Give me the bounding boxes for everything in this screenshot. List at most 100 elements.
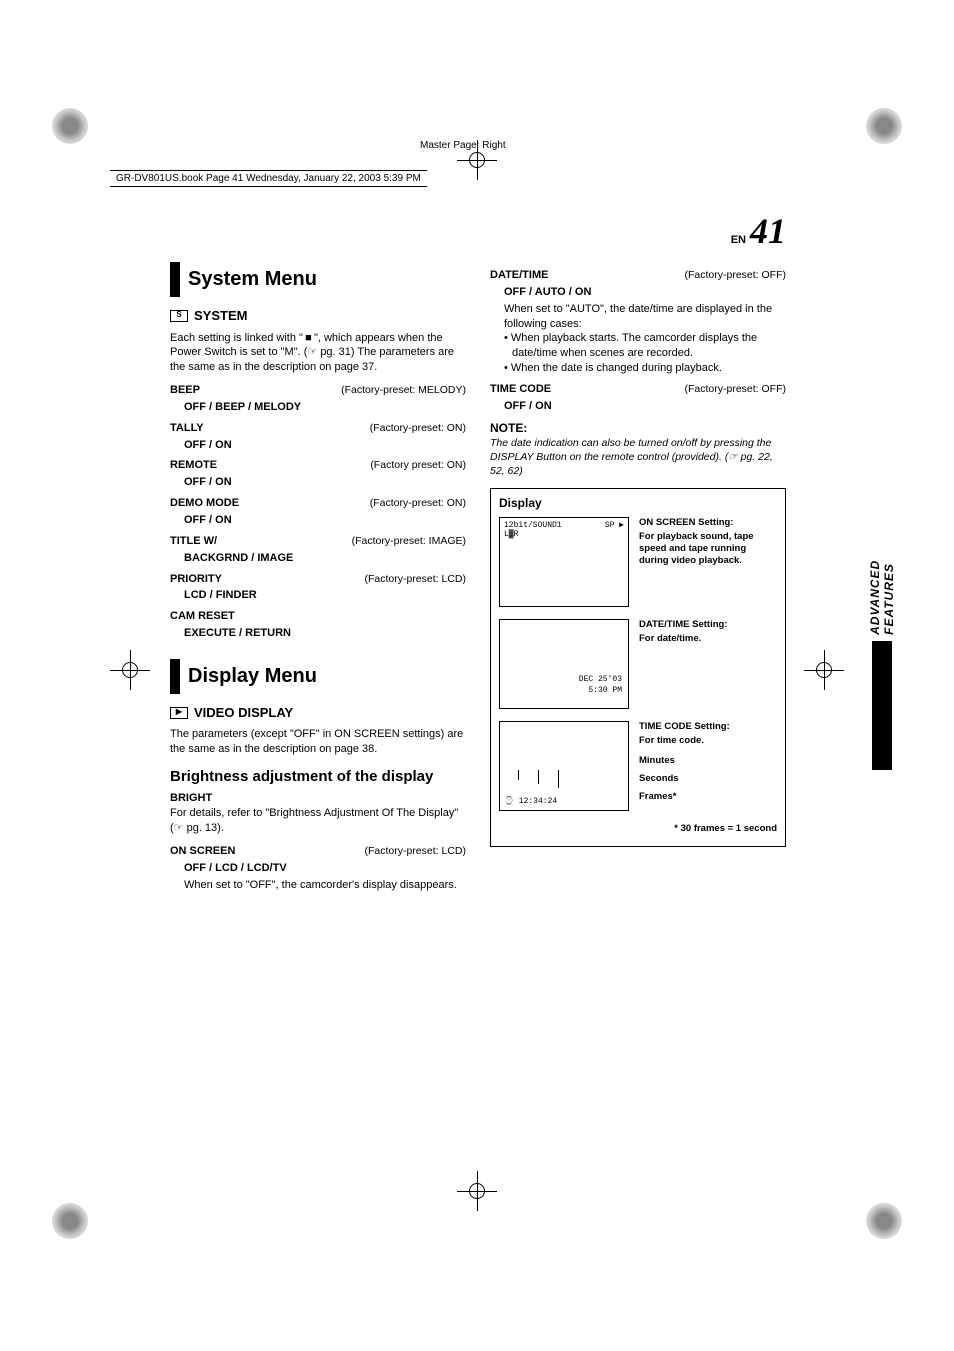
corner-dot-tr bbox=[866, 108, 902, 144]
page-number: 41 bbox=[750, 210, 786, 252]
video-display-icon: ▶ bbox=[170, 707, 188, 719]
note-heading: NOTE: bbox=[490, 420, 786, 436]
item-key: BEEP bbox=[170, 383, 200, 398]
item-tally: TALLY (Factory-preset: ON) bbox=[170, 421, 466, 436]
system-subhead: S SYSTEM bbox=[170, 307, 466, 325]
desc-head: ON SCREEN Setting: bbox=[639, 517, 777, 529]
master-page-label: Master Page: Right bbox=[420, 140, 506, 151]
item-val: (Factory-preset: LCD) bbox=[364, 844, 466, 859]
tc-label-frames: Frames* bbox=[639, 791, 777, 803]
panel-datetime-desc: DATE/TIME Setting: For date/time. bbox=[639, 619, 777, 709]
item-sub: OFF / ON bbox=[504, 399, 786, 414]
system-subhead-text: SYSTEM bbox=[194, 307, 247, 325]
panel-datetime: DEC 25'03 5:30 PM bbox=[499, 619, 629, 709]
panel-onscreen: 12bit/SOUND1 SP ▶ L▓R bbox=[499, 517, 629, 607]
tc-label-minutes: Minutes bbox=[639, 755, 777, 767]
side-tab-text: ADVANCED FEATURES bbox=[868, 550, 896, 635]
datetime-body: When set to "AUTO", the date/time are di… bbox=[504, 302, 786, 332]
regmark-left bbox=[110, 650, 150, 690]
panel-sp-label: SP ▶ bbox=[605, 521, 624, 532]
bright-body: For details, refer to "Brightness Adjust… bbox=[170, 806, 466, 836]
item-sub: OFF / ON bbox=[184, 438, 466, 453]
note-body: The date indication can also be turned o… bbox=[490, 436, 786, 479]
item-key: DATE/TIME bbox=[490, 268, 548, 283]
item-val: (Factory-preset: ON) bbox=[370, 421, 466, 436]
panel-tc-value: ⌚ 12:34:24 bbox=[504, 797, 557, 808]
item-key: PRIORITY bbox=[170, 572, 222, 587]
item-remote: REMOTE (Factory preset: ON) bbox=[170, 458, 466, 473]
regmark-bottom bbox=[457, 1171, 497, 1211]
system-menu-heading: System Menu bbox=[170, 262, 466, 297]
item-val: (Factory-preset: MELODY) bbox=[341, 383, 466, 398]
side-tab: ADVANCED FEATURES bbox=[870, 550, 894, 770]
onscreen-note: When set to "OFF", the camcorder's displ… bbox=[184, 878, 466, 893]
tc-label-seconds: Seconds bbox=[639, 773, 777, 785]
brightness-heading: Brightness adjustment of the display bbox=[170, 767, 466, 787]
frames-footnote: * 30 frames = 1 second bbox=[499, 823, 777, 836]
corner-dot-tl bbox=[52, 108, 88, 144]
item-val: (Factory-preset: ON) bbox=[370, 496, 466, 511]
item-sub: OFF / ON bbox=[184, 475, 466, 490]
item-key: DEMO MODE bbox=[170, 496, 239, 511]
panel-row-1: 12bit/SOUND1 SP ▶ L▓R ON SCREEN Setting:… bbox=[499, 517, 777, 607]
panel-row-2: DEC 25'03 5:30 PM DATE/TIME Setting: For… bbox=[499, 619, 777, 709]
panel-timecode: ⌚ 12:34:24 bbox=[499, 721, 629, 811]
left-column: System Menu S SYSTEM Each setting is lin… bbox=[170, 262, 466, 892]
corner-dot-br bbox=[866, 1203, 902, 1239]
desc-body: For playback sound, tape speed and tape … bbox=[639, 531, 777, 567]
item-sub: OFF / ON bbox=[184, 513, 466, 528]
panel-onscreen-desc: ON SCREEN Setting: For playback sound, t… bbox=[639, 517, 777, 607]
system-intro: Each setting is linked with " ■ ", which… bbox=[170, 331, 466, 376]
item-sub: OFF / LCD / LCD/TV bbox=[184, 861, 466, 876]
item-datetime: DATE/TIME (Factory-preset: OFF) bbox=[490, 268, 786, 283]
item-key: REMOTE bbox=[170, 458, 217, 473]
display-box-title: Display bbox=[499, 495, 777, 511]
item-timecode: TIME CODE (Factory-preset: OFF) bbox=[490, 382, 786, 397]
item-val: (Factory-preset: OFF) bbox=[684, 382, 786, 397]
side-tab-bar bbox=[872, 641, 892, 770]
corner-dot-bl bbox=[52, 1203, 88, 1239]
item-camreset: CAM RESET bbox=[170, 609, 466, 624]
video-intro: The parameters (except "OFF" in ON SCREE… bbox=[170, 727, 466, 757]
panel-date: DEC 25'03 5:30 PM bbox=[579, 675, 622, 697]
panel-lr-label: L▓R bbox=[504, 530, 518, 541]
page-number-row: EN 41 bbox=[170, 210, 786, 252]
book-line: GR-DV801US.book Page 41 Wednesday, Janua… bbox=[110, 170, 427, 187]
item-priority: PRIORITY (Factory-preset: LCD) bbox=[170, 572, 466, 587]
item-titlew: TITLE W/ (Factory-preset: IMAGE) bbox=[170, 534, 466, 549]
item-sub: EXECUTE / RETURN bbox=[184, 626, 466, 641]
item-key: TITLE W/ bbox=[170, 534, 217, 549]
desc-head: DATE/TIME Setting: bbox=[639, 619, 777, 631]
bright-key: BRIGHT bbox=[170, 791, 466, 806]
desc-body: For time code. bbox=[639, 735, 777, 747]
item-key: TIME CODE bbox=[490, 382, 551, 397]
video-display-text: VIDEO DISPLAY bbox=[194, 704, 293, 722]
datetime-bullet-2: • When the date is changed during playba… bbox=[512, 361, 786, 376]
en-label: EN bbox=[731, 234, 746, 246]
item-beep: BEEP (Factory-preset: MELODY) bbox=[170, 383, 466, 398]
item-demo: DEMO MODE (Factory-preset: ON) bbox=[170, 496, 466, 511]
display-menu-heading: Display Menu bbox=[170, 659, 466, 694]
regmark-right bbox=[804, 650, 844, 690]
item-key: TALLY bbox=[170, 421, 204, 436]
panel-timecode-desc: TIME CODE Setting: For time code. Minute… bbox=[639, 721, 777, 811]
item-sub: OFF / AUTO / ON bbox=[504, 285, 786, 300]
tc-labels: Minutes Seconds Frames* bbox=[639, 755, 777, 803]
item-sub: LCD / FINDER bbox=[184, 588, 466, 603]
item-onscreen: ON SCREEN (Factory-preset: LCD) bbox=[170, 844, 466, 859]
item-val: (Factory-preset: LCD) bbox=[364, 572, 466, 587]
tc-ticks bbox=[518, 770, 578, 792]
display-box: Display 12bit/SOUND1 SP ▶ L▓R ON SCREEN … bbox=[490, 488, 786, 847]
item-val: (Factory preset: ON) bbox=[370, 458, 466, 473]
item-val: (Factory-preset: IMAGE) bbox=[352, 534, 466, 549]
system-icon: S bbox=[170, 310, 188, 322]
item-sub: BACKGRND / IMAGE bbox=[184, 551, 466, 566]
desc-body: For date/time. bbox=[639, 633, 777, 645]
panel-row-3: ⌚ 12:34:24 TIME CODE Setting: For time c… bbox=[499, 721, 777, 811]
item-sub: OFF / BEEP / MELODY bbox=[184, 400, 466, 415]
desc-head: TIME CODE Setting: bbox=[639, 721, 777, 733]
datetime-bullet-1: • When playback starts. The camcorder di… bbox=[512, 331, 786, 361]
item-val: (Factory-preset: OFF) bbox=[684, 268, 786, 283]
item-key: ON SCREEN bbox=[170, 844, 235, 859]
item-key: CAM RESET bbox=[170, 609, 235, 624]
